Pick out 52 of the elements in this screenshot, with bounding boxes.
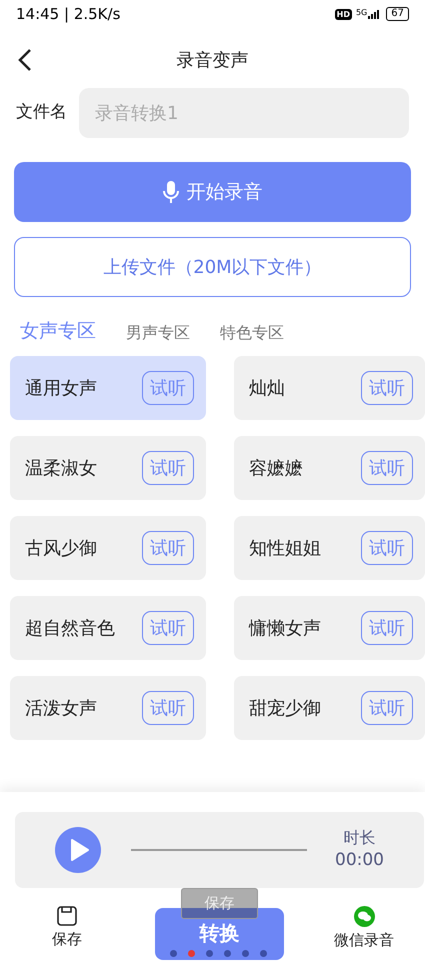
voice-name: 知性姐姐 (249, 536, 321, 560)
record-button[interactable]: 开始录音 (14, 162, 411, 222)
preview-button[interactable]: 试听 (142, 371, 194, 405)
duration-label: 时长 (344, 827, 376, 849)
preview-button[interactable]: 试听 (361, 611, 413, 645)
voice-name: 通用女声 (25, 376, 97, 400)
voice-name: 超自然音色 (25, 616, 115, 640)
preview-button[interactable]: 试听 (361, 371, 413, 405)
toast: 保存 (181, 888, 258, 919)
upload-button[interactable]: 上传文件（20M以下文件） (14, 237, 411, 297)
play-icon[interactable] (55, 827, 101, 873)
preview-button[interactable]: 试听 (361, 451, 413, 485)
tab[interactable]: 女声专区 (20, 316, 96, 345)
voice-name: 容嬷嬷 (249, 456, 303, 480)
voice-card[interactable]: 古风少御 试听 (10, 516, 206, 580)
tab[interactable]: 男声专区 (126, 321, 190, 345)
save-button[interactable]: 保存 (52, 906, 82, 950)
voice-card[interactable]: 活泼女声 试听 (10, 676, 206, 740)
preview-button[interactable]: 试听 (361, 691, 413, 725)
voice-card[interactable]: 甜宠少御 试听 (234, 676, 425, 740)
duration-value: 00:00 (335, 849, 384, 871)
preview-button[interactable]: 试听 (361, 531, 413, 565)
voice-name: 活泼女声 (25, 696, 97, 720)
tab[interactable]: 特色专区 (220, 321, 284, 345)
voice-card[interactable]: 温柔淑女 试听 (10, 436, 206, 500)
preview-button[interactable]: 试听 (142, 531, 194, 565)
back-icon[interactable] (16, 48, 34, 72)
save-icon (57, 906, 77, 926)
file-name-label: 文件名 (16, 101, 67, 124)
voice-card[interactable]: 通用女声 试听 (10, 356, 206, 420)
voice-name: 甜宠少御 (249, 696, 321, 720)
voice-card[interactable]: 超自然音色 试听 (10, 596, 206, 660)
preview-button[interactable]: 试听 (142, 451, 194, 485)
voice-card[interactable]: 慵懒女声 试听 (234, 596, 425, 660)
voice-card[interactable]: 容嬷嬷 试听 (234, 436, 425, 500)
voice-card[interactable]: 知性姐姐 试听 (234, 516, 425, 580)
preview-button[interactable]: 试听 (142, 611, 194, 645)
voice-name: 古风少御 (25, 536, 97, 560)
status-time: 14:45 | 2.5K/s (16, 4, 120, 25)
network-label: 5G (356, 9, 368, 17)
voice-name: 慵懒女声 (249, 616, 321, 640)
microphone-icon (162, 181, 178, 203)
page-title: 录音变声 (176, 48, 248, 72)
file-name-field[interactable]: 录音转换1 (79, 88, 409, 138)
voice-card[interactable]: 灿灿 试听 (234, 356, 425, 420)
wechat-record-button[interactable]: 微信录音 (334, 906, 394, 952)
voice-name: 温柔淑女 (25, 456, 97, 480)
battery-indicator: 67 (386, 7, 409, 21)
preview-button[interactable]: 试听 (142, 691, 194, 725)
hd-badge: HD (334, 8, 352, 20)
voice-name: 灿灿 (249, 376, 285, 400)
chat-bubbles-icon (354, 906, 374, 927)
